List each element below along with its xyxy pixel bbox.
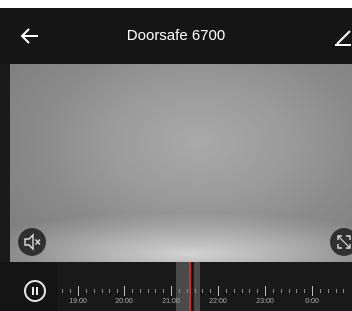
- timeline-minor-tick: [296, 289, 297, 293]
- timeline-label: 0:00: [305, 298, 319, 305]
- recorded-segment: [194, 262, 200, 311]
- timeline-minor-tick: [187, 289, 188, 293]
- timeline-minor-tick: [328, 289, 329, 293]
- timeline-label: 23:00: [256, 298, 274, 305]
- timeline-label: 22:00: [209, 298, 227, 305]
- timeline-minor-tick: [109, 289, 110, 293]
- mute-button[interactable]: [18, 228, 46, 256]
- timeline-minor-tick: [94, 289, 95, 293]
- timeline-minor-tick: [202, 289, 203, 293]
- back-button[interactable]: [18, 24, 44, 48]
- timeline-minor-tick: [234, 289, 235, 293]
- timeline-minor-tick: [210, 289, 211, 293]
- fullscreen-icon: [337, 235, 351, 249]
- pause-button[interactable]: [24, 280, 46, 302]
- video-feed[interactable]: [10, 64, 352, 262]
- timeline-minor-tick: [86, 289, 87, 293]
- video-player-screen: Doorsafe 6700 19:00 20:00 21:00 22:00 23…: [0, 0, 352, 311]
- timeline-major-tick: [124, 286, 125, 296]
- timeline-minor-tick: [226, 289, 227, 293]
- timeline-minor-tick: [249, 289, 250, 293]
- timeline-minor-tick: [140, 289, 141, 293]
- timeline-major-tick: [312, 286, 313, 296]
- timeline-label: 19:00: [69, 298, 87, 305]
- timeline-minor-tick: [117, 289, 118, 293]
- timeline-minor-tick: [281, 289, 282, 293]
- timeline-minor-tick: [70, 289, 71, 293]
- top-strip: [0, 0, 352, 8]
- timeline-major-tick: [78, 286, 79, 296]
- timeline-minor-tick: [336, 289, 337, 293]
- timeline-minor-tick: [132, 289, 133, 293]
- timeline-minor-tick: [257, 289, 258, 293]
- pause-icon: [32, 287, 38, 295]
- speaker-muted-icon: [24, 233, 41, 251]
- fullscreen-button[interactable]: [330, 228, 352, 256]
- timeline-minor-tick: [289, 289, 290, 293]
- arrow-left-icon: [20, 28, 38, 44]
- playhead[interactable]: [189, 262, 191, 311]
- timeline-minor-tick: [343, 289, 344, 293]
- timeline-label: 21:00: [162, 298, 180, 305]
- timeline-minor-tick: [273, 289, 274, 293]
- timeline-minor-tick: [148, 289, 149, 293]
- timeline-minor-tick: [62, 289, 63, 293]
- timeline-major-tick: [171, 286, 172, 296]
- timeline-minor-tick: [195, 289, 196, 293]
- timeline-minor-tick: [163, 289, 164, 293]
- timeline-minor-tick: [304, 289, 305, 293]
- page-title: Doorsafe 6700: [126, 27, 226, 44]
- timeline-label: 20:00: [115, 298, 133, 305]
- timeline-scrubber[interactable]: 19:00 20:00 21:00 22:00 23:00 0:00: [58, 262, 352, 311]
- timeline-minor-tick: [179, 289, 180, 293]
- timeline-major-tick: [265, 286, 266, 296]
- pencil-icon: [335, 30, 351, 46]
- timeline-minor-tick: [320, 289, 321, 293]
- timeline-major-tick: [218, 286, 219, 296]
- timeline-minor-tick: [102, 289, 103, 293]
- timeline-minor-tick: [155, 289, 156, 293]
- timeline-minor-tick: [242, 289, 243, 293]
- video-left-margin: [0, 64, 10, 262]
- header-bar: Doorsafe 6700: [0, 8, 352, 64]
- edit-button[interactable]: [334, 24, 352, 48]
